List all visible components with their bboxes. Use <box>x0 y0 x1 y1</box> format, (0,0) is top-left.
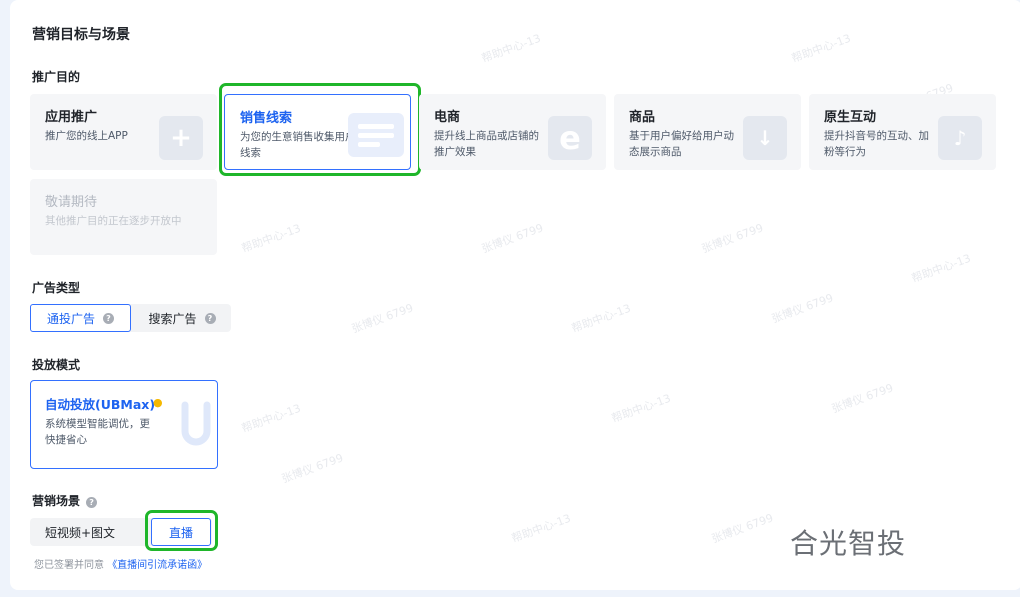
watermark: 帮助中心-13 <box>569 301 633 336</box>
card-desc: 提升抖音号的互动、加粉等行为 <box>824 130 929 158</box>
watermark: 帮助中心-13 <box>609 391 673 426</box>
card-title: 敬请期待 <box>45 195 98 210</box>
watermark: 帮助中心-13 <box>909 251 973 286</box>
watermark: 张博仪 6799 <box>699 221 765 256</box>
card-desc: 提升线上商品或店铺的推广效果 <box>434 130 539 158</box>
watermark: 帮助中心-13 <box>509 511 573 546</box>
ad-type-label: 广告类型 <box>32 281 81 295</box>
ad-type-general-button[interactable]: 通投广告? <box>30 304 131 332</box>
help-icon[interactable]: ? <box>204 312 216 324</box>
option-label: 搜索广告 <box>148 311 197 326</box>
scene-short-video-button[interactable]: 短视频+图文 <box>34 519 126 545</box>
watermark: 帮助中心-13 <box>239 401 303 436</box>
watermark: 张博仪 6799 <box>479 221 545 256</box>
purpose-card-app[interactable]: 应用推广 推广您的线上APP + <box>30 94 217 170</box>
delivery-label: 投放模式 <box>32 358 81 372</box>
ad-type-search-button[interactable]: 搜索广告? <box>133 305 231 331</box>
brand-watermark: 合光智投 <box>790 527 907 560</box>
agreement-link[interactable]: 《直播间引流承诺函》 <box>107 560 207 571</box>
ad-type-segmented: 通投广告? 搜索广告? <box>30 304 231 332</box>
scene-label: 营销场景? <box>32 492 98 509</box>
watermark: 帮助中心-13 <box>479 31 543 66</box>
watermark: 张博仪 6799 <box>709 511 775 546</box>
purpose-card-ecommerce[interactable]: 电商 提升线上商品或店铺的推广效果 e <box>419 94 606 170</box>
purpose-card-product[interactable]: 商品 基于用户偏好给用户动态展示商品 ↓ <box>614 94 801 170</box>
purpose-label: 推广目的 <box>32 70 81 84</box>
watermark: 张博仪 6799 <box>829 381 895 416</box>
scene-label-text: 营销场景 <box>32 494 81 508</box>
ecommerce-icon: e <box>548 116 592 160</box>
card-desc: 其他推广目的正在逐步开放中 <box>45 215 182 227</box>
agreement-text: 您已签署并同意 《直播间引流承诺函》 <box>34 556 207 571</box>
card-title: 自动投放(UBMax) <box>45 397 156 412</box>
card-desc: 基于用户偏好给用户动态展示商品 <box>629 130 734 158</box>
bulb-icon: ● <box>153 396 163 409</box>
purpose-card-coming-soon: 敬请期待 其他推广目的正在逐步开放中 <box>30 179 217 255</box>
watermark: 张博仪 6799 <box>349 301 415 336</box>
card-title: 商品 <box>629 110 656 125</box>
ubmax-logo-icon <box>181 401 211 446</box>
card-desc: 系统模型智能调优，更快捷省心 <box>45 418 150 446</box>
douyin-icon: ♪ <box>938 116 982 160</box>
help-icon[interactable]: ? <box>103 312 114 324</box>
purpose-card-interaction[interactable]: 原生互动 提升抖音号的互动、加粉等行为 ♪ <box>809 94 996 170</box>
help-icon[interactable]: ? <box>86 497 98 508</box>
highlight-purpose <box>219 83 421 176</box>
delivery-card-ubmax[interactable]: 自动投放(UBMax) ● 系统模型智能调优，更快捷省心 <box>30 380 218 469</box>
highlight-scene <box>145 510 218 551</box>
watermark: 帮助中心-13 <box>789 31 853 66</box>
agreement-prefix: 您已签署并同意 <box>34 560 104 571</box>
cart-icon: ↓ <box>743 116 787 160</box>
watermark: 张博仪 6799 <box>769 291 835 326</box>
watermark: 帮助中心-13 <box>239 221 303 256</box>
option-label: 通投广告 <box>46 311 95 326</box>
watermark: 张博仪 6799 <box>279 451 345 486</box>
main-panel: 张博仪 6799 帮助中心-13 帮助中心-13 张博仪 6799 帮助中心-1… <box>10 0 1020 590</box>
card-title: 原生互动 <box>824 110 877 125</box>
plus-icon: + <box>159 116 203 160</box>
card-title: 电商 <box>434 110 461 125</box>
page-title: 营销目标与场景 <box>32 27 130 43</box>
card-title: 应用推广 <box>45 110 98 125</box>
